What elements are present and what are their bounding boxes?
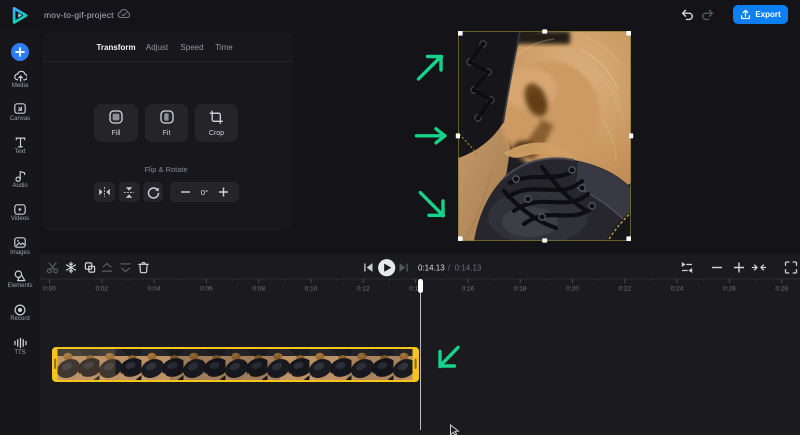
svg-text:0:22: 0:22 <box>618 286 631 293</box>
svg-text:0:06: 0:06 <box>200 286 213 293</box>
svg-text:0:00: 0:00 <box>43 286 56 293</box>
svg-text:0:10: 0:10 <box>305 286 318 293</box>
svg-text:0:20: 0:20 <box>566 286 579 293</box>
svg-text:0:28: 0:28 <box>775 286 788 293</box>
svg-text:0:12: 0:12 <box>357 286 370 293</box>
svg-text:0:02: 0:02 <box>95 286 108 293</box>
svg-text:0:24: 0:24 <box>671 286 684 293</box>
svg-text:0:04: 0:04 <box>148 286 161 293</box>
svg-text:0°: 0° <box>201 188 208 197</box>
svg-text:0:26: 0:26 <box>723 286 736 293</box>
svg-text:0:08: 0:08 <box>252 286 265 293</box>
svg-text:0:18: 0:18 <box>514 286 527 293</box>
